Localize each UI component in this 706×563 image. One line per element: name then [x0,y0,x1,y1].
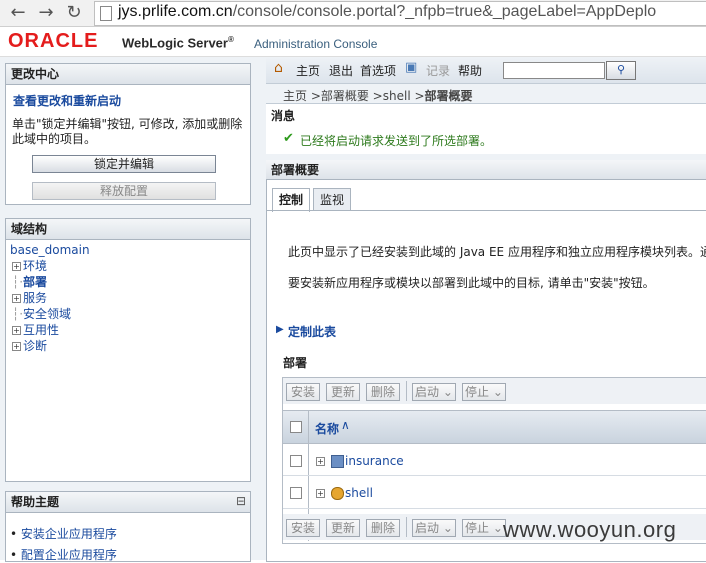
lock-edit-button[interactable]: 锁定并编辑 [32,155,216,173]
stop-dropdown[interactable]: 停止 ⌄ [462,519,506,537]
search-button[interactable]: ⚲ [606,61,636,80]
tree-item-deployments[interactable]: ┆·部署 [12,274,47,290]
install-instruction: 要安装新应用程序或模块以部署到此域中的目标, 请单击"安装"按钮。 [288,276,655,290]
column-header-name[interactable]: 名称 [315,420,339,437]
start-dropdown[interactable]: 启动 ⌄ [412,383,456,401]
install-button[interactable]: 安装 [286,519,320,537]
home-icon[interactable]: ⌂ [274,60,283,76]
row-checkbox[interactable] [290,487,302,499]
success-message: 已经将启动请求发送到了所选部署。 [300,134,493,148]
forward-arrow-icon[interactable]: → [36,3,56,23]
expand-icon[interactable]: + [12,262,21,271]
deployments-table-title: 部署 [283,356,308,370]
release-config-button[interactable]: 释放配置 [32,182,216,200]
help-link[interactable]: 帮助 [458,62,482,79]
checkmark-icon: ✔ [283,131,294,146]
messages-title: 消息 [271,109,296,123]
deployment-name-link[interactable]: insurance [345,454,404,468]
sort-ascending-icon[interactable]: ∧ [341,418,350,432]
row-expand-icon[interactable]: + [316,486,327,500]
customize-table-link[interactable]: 定制此表 [288,323,336,340]
delete-button[interactable]: 删除 [366,383,400,401]
row-expand-icon[interactable]: + [316,454,327,468]
update-button[interactable]: 更新 [326,519,360,537]
url-host: jys.prlife.com.cn [118,3,233,20]
deployments-title: 部署概要 [266,160,706,180]
breadcrumb-links[interactable]: 主页 >部署概要 >shell > [283,89,425,103]
web-module-icon [331,487,344,500]
help-topics-title: 帮助主题 [6,492,250,513]
view-changes-link[interactable]: 查看更改和重新启动 [13,92,121,109]
record-link[interactable]: 记录 [426,62,450,79]
chevron-down-icon: ⌄ [489,385,503,399]
page-icon [100,6,112,21]
breadcrumb-current: 部署概要 [424,89,473,103]
registered-mark: ® [227,35,234,44]
collapse-icon[interactable]: ⊟ [236,494,246,508]
url-path: /console/console.portal?_nfpb=true&_page… [232,3,657,20]
chevron-down-icon: ⌄ [489,521,503,535]
install-button[interactable]: 安装 [286,383,320,401]
expand-icon[interactable]: + [12,342,21,351]
search-icon: ⚲ [616,63,626,76]
home-link[interactable]: 主页 [296,62,320,79]
watermark: www.wooyun.org [503,517,677,542]
logout-link[interactable]: 退出 [329,62,353,79]
tab-divider [266,210,706,211]
search-input[interactable] [503,62,605,79]
console-subtitle: Administration Console [254,37,378,51]
tree-root-base-domain[interactable]: base_domain [10,242,90,258]
oracle-logo: ORACLE [8,30,99,52]
help-item[interactable]: • 配置企业应用程序 [10,546,117,563]
back-arrow-icon[interactable]: ← [8,3,28,23]
tree-line-icon: ┆· [12,275,24,289]
help-item[interactable]: • 安装企业应用程序 [10,525,117,542]
record-icon: ▣ [405,60,418,75]
tree-line-icon: ┆· [12,307,24,321]
delete-button[interactable]: 删除 [366,519,400,537]
chevron-down-icon: ⌄ [439,385,453,399]
toolbar-separator [406,517,407,537]
row-checkbox[interactable] [290,455,302,467]
url-text[interactable]: jys.prlife.com.cn/console/console.portal… [118,3,656,21]
tree-item-security-realms[interactable]: ┆·安全领域 [12,306,71,322]
deployment-name-link[interactable]: shell [345,486,373,500]
preferences-link[interactable]: 首选项 [360,62,396,79]
tree-item-diagnostics[interactable]: + 诊断 [12,338,47,354]
breadcrumb: 主页 >部署概要 >shell >部署概要 [283,87,473,104]
chevron-down-icon: ⌄ [439,521,453,535]
domain-structure-panel: 域结构 base_domain + 环境 ┆·部署 + 服务 ┆·安全领域 + 互用性… [5,218,251,482]
toolbar-separator [406,381,407,401]
application-icon [331,455,344,468]
expand-icon[interactable]: + [12,294,21,303]
help-topics-panel: 帮助主题 ⊟ • 安装企业应用程序 • 配置企业应用程序 [5,491,251,562]
tree-item-interoperability[interactable]: + 互用性 [12,322,59,338]
expand-triangle-icon[interactable]: ▶ [276,324,284,335]
tab-monitoring[interactable]: 监视 [313,188,352,211]
expand-icon[interactable]: + [12,326,21,335]
change-center-description: 单击"锁定并编辑"按钮, 可修改, 添加或删除此域中的项目。 [12,117,243,146]
select-all-checkbox[interactable] [290,421,302,433]
change-center-panel: 更改中心 查看更改和重新启动 单击"锁定并编辑"按钮, 可修改, 添加或删除此域… [5,63,251,205]
stop-dropdown[interactable]: 停止 ⌄ [462,383,506,401]
start-dropdown[interactable]: 启动 ⌄ [412,519,456,537]
update-button[interactable]: 更新 [326,383,360,401]
reload-icon[interactable]: ↻ [64,3,84,23]
tab-control[interactable]: 控制 [272,188,311,212]
tree-item-environment[interactable]: + 环境 [12,258,47,274]
tree-item-services[interactable]: + 服务 [12,290,47,306]
intro-paragraph: 此页中显示了已经安装到此域的 Java EE 应用程序和独立应用程序模块列表。通 [288,245,706,259]
product-label: WebLogic Server [122,35,228,51]
change-center-title: 更改中心 [6,64,250,85]
product-name: WebLogic Server® [122,35,234,50]
domain-structure-title: 域结构 [6,219,250,240]
